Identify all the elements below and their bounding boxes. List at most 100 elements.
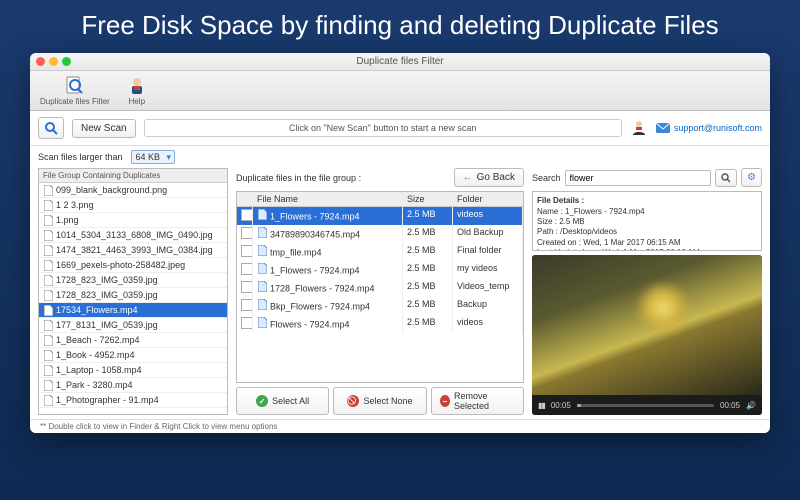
checkbox[interactable]: [241, 209, 253, 221]
file-icon: [43, 260, 53, 270]
list-item[interactable]: 1_Book - 4952.mp4: [39, 348, 227, 363]
col-size[interactable]: Size: [403, 192, 453, 206]
list-item[interactable]: 1728_823_IMG_0359.jpg: [39, 273, 227, 288]
checkbox[interactable]: [241, 317, 253, 329]
list-item[interactable]: 177_8131_IMG_0539.jpg: [39, 318, 227, 333]
groups-list[interactable]: File Group Containing Duplicates 099_bla…: [38, 168, 228, 415]
checkbox[interactable]: [241, 263, 253, 275]
table-row[interactable]: 1728_Flowers - 7924.mp42.5 MBVideos_temp: [237, 279, 523, 297]
list-item[interactable]: 1669_pexels-photo-258482.jpeg: [39, 258, 227, 273]
checkbox[interactable]: [241, 299, 253, 311]
titlebar: Duplicate files Filter: [30, 53, 770, 71]
select-none-label: Select None: [363, 396, 412, 406]
video-file-icon: [257, 281, 267, 291]
support-link[interactable]: support@runisoft.com: [656, 123, 762, 133]
seek-bar[interactable]: [577, 404, 714, 407]
list-item[interactable]: 1728_823_IMG_0359.jpg: [39, 288, 227, 303]
file-icon: [43, 200, 53, 210]
settings-button[interactable]: ⚙: [741, 168, 762, 187]
video-preview: ▮▮ 00:05 00:05 🔊: [532, 255, 762, 415]
list-item[interactable]: 1_Photographer - 91.mp4: [39, 393, 227, 408]
select-all-button[interactable]: ✓ Select All: [236, 387, 329, 415]
table-row[interactable]: tmp_file.mp42.5 MBFinal folder: [237, 243, 523, 261]
support-email: support@runisoft.com: [674, 123, 762, 133]
list-item[interactable]: 1_Laptop - 1058.mp4: [39, 363, 227, 378]
player-controls: ▮▮ 00:05 00:05 🔊: [532, 395, 762, 415]
search-go-button[interactable]: [715, 169, 737, 187]
remove-label: Remove Selected: [454, 391, 515, 411]
duplicates-table[interactable]: File Name Size Folder 1_Flowers - 7924.m…: [236, 191, 524, 383]
video-file-icon: [257, 245, 267, 255]
go-back-button[interactable]: ← Go Back: [454, 168, 524, 187]
magnifier-icon: [44, 121, 58, 135]
footer-note: ** Double click to view in Finder & Righ…: [30, 419, 770, 433]
toolbar-item-filter[interactable]: Duplicate files Filter: [36, 75, 114, 106]
checkbox[interactable]: [241, 245, 253, 257]
col-name[interactable]: File Name: [253, 192, 403, 206]
table-row[interactable]: 1_Flowers - 7924.mp42.5 MBmy videos: [237, 261, 523, 279]
table-row[interactable]: Flowers - 7924.mp42.5 MBvideos: [237, 315, 523, 333]
player-time-current: 00:05: [551, 401, 571, 410]
magnifier-page-icon: [64, 75, 86, 97]
file-icon: [43, 395, 53, 405]
remove-selected-button[interactable]: −Remove Selected: [431, 387, 524, 415]
table-row[interactable]: Bkp_Flowers - 7924.mp42.5 MBBackup: [237, 297, 523, 315]
hero-headline: Free Disk Space by finding and deleting …: [0, 0, 800, 53]
toolbar-label: Help: [129, 97, 145, 106]
select-none-button[interactable]: ⃠ Select None: [333, 387, 426, 415]
video-file-icon: [257, 263, 267, 273]
detail-line: Name : 1_Flowers - 7924.mp4: [537, 207, 757, 217]
checkbox[interactable]: [241, 281, 253, 293]
list-item[interactable]: 1474_3821_4463_3993_IMG_0384.jpg: [39, 243, 227, 258]
detail-line: Created on : Wed, 1 Mar 2017 06:15 AM: [537, 238, 757, 248]
mail-icon: [656, 123, 670, 133]
support-avatar-icon: [630, 119, 648, 137]
arrow-left-icon: ←: [463, 172, 473, 183]
pause-icon[interactable]: ▮▮: [538, 401, 545, 410]
file-icon: [43, 215, 53, 225]
slash-circle-icon: ⃠: [347, 395, 359, 407]
detail-line: Last Updated on : Wed, 1 Mar 2017 06:16 …: [537, 248, 757, 251]
table-row[interactable]: 34789890346745.mp42.5 MBOld Backup: [237, 225, 523, 243]
list-item[interactable]: 1 2 3.png: [39, 198, 227, 213]
duplicates-column: Duplicate files in the file group : ← Go…: [236, 168, 524, 415]
list-item[interactable]: 17534_Flowers.mp4: [39, 303, 227, 318]
groups-header: File Group Containing Duplicates: [39, 169, 227, 183]
detail-line: Size : 2.5 MB: [537, 217, 757, 227]
col-folder[interactable]: Folder: [453, 192, 523, 206]
action-bar: ✓ Select All ⃠ Select None −Remove Selecte…: [236, 387, 524, 415]
list-item[interactable]: 1_Beach - 7262.mp4: [39, 333, 227, 348]
toolbar-item-help[interactable]: Help: [122, 75, 152, 106]
list-item[interactable]: 1.png: [39, 213, 227, 228]
file-icon: [43, 275, 53, 285]
check-circle-icon: ✓: [256, 395, 268, 407]
player-time-total: 00:05: [720, 401, 740, 410]
file-icon: [43, 185, 53, 195]
file-icon: [43, 350, 53, 360]
file-icon: [43, 230, 53, 240]
app-window: Duplicate files Filter Duplicate files F…: [30, 53, 770, 433]
video-file-icon: [257, 227, 267, 237]
checkbox[interactable]: [241, 227, 253, 239]
file-icon: [43, 335, 53, 345]
list-item[interactable]: 1_Park - 3280.mp4: [39, 378, 227, 393]
minus-circle-icon: −: [440, 395, 450, 407]
gear-icon: ⚙: [747, 172, 756, 183]
table-header: File Name Size Folder: [237, 192, 523, 207]
list-item[interactable]: 099_blank_background.png: [39, 183, 227, 198]
size-select[interactable]: 64 KB: [131, 150, 176, 164]
new-scan-button[interactable]: New Scan: [72, 119, 136, 138]
search-button[interactable]: [38, 117, 64, 139]
window-title: Duplicate files Filter: [30, 56, 770, 67]
search-input[interactable]: [565, 170, 712, 186]
volume-icon[interactable]: 🔊: [746, 401, 756, 410]
list-item[interactable]: 1014_5304_3133_6808_IMG_0490.jpg: [39, 228, 227, 243]
file-icon: [43, 290, 53, 300]
file-icon: [43, 305, 53, 315]
select-all-label: Select All: [272, 396, 309, 406]
table-row[interactable]: 1_Flowers - 7924.mp42.5 MBvideos: [237, 207, 523, 225]
video-file-icon: [257, 299, 267, 309]
video-file-icon: [257, 209, 267, 219]
duplicates-label: Duplicate files in the file group :: [236, 173, 361, 183]
groups-column: File Group Containing Duplicates 099_bla…: [38, 168, 228, 415]
